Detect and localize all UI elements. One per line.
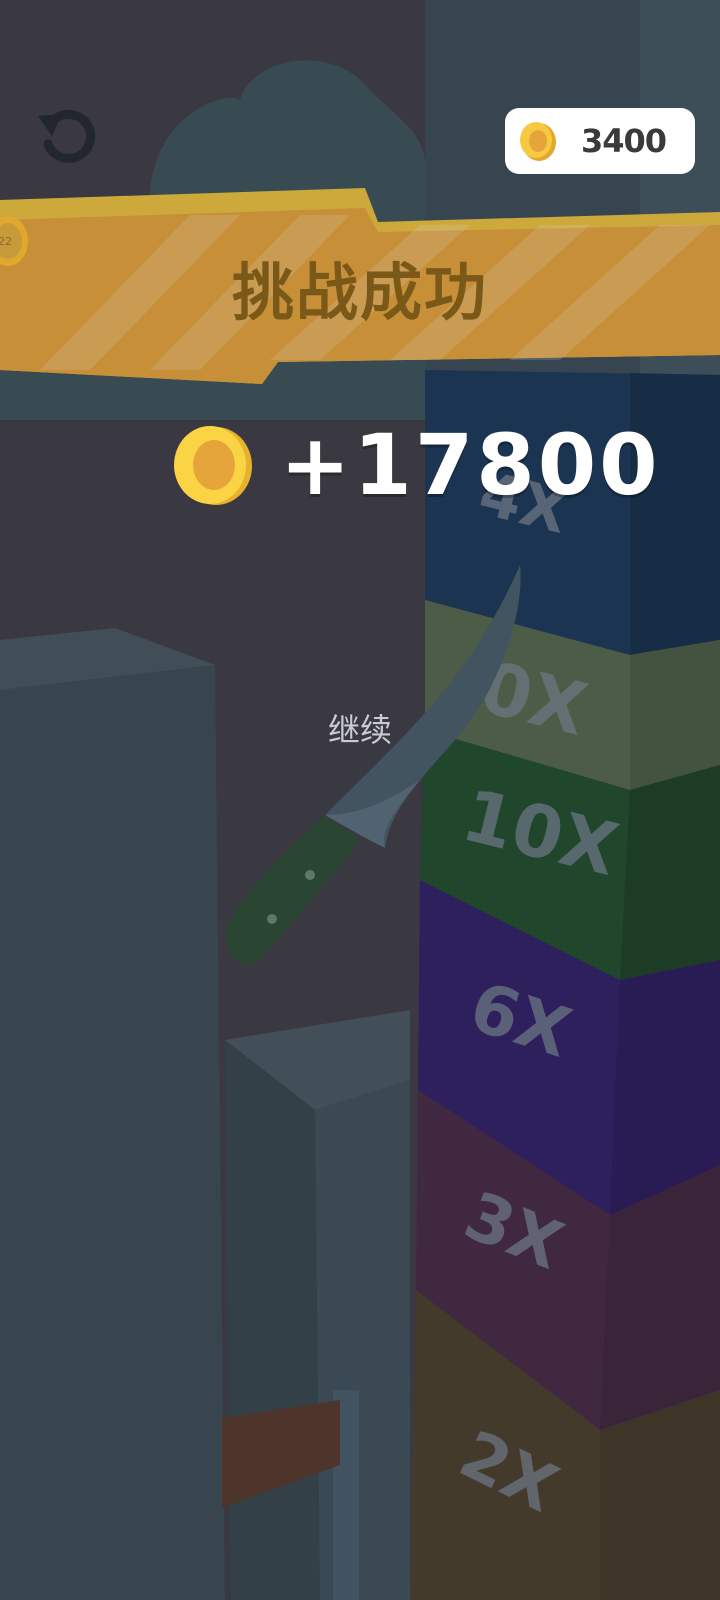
coin-balance-pill[interactable]: 3400 [505,108,695,174]
middle-block [225,1010,410,1600]
continue-button[interactable]: 继续 [290,705,430,751]
game-scene: 4X 0X 10X 6X 3X 2X [0,0,720,1600]
banner-title: 挑战成功 [231,256,488,329]
gold-coin-icon [174,426,252,505]
restart-arrow-icon[interactable] [32,100,108,176]
gold-coin-icon [520,122,556,161]
reward-display: +17800 [170,416,661,514]
reward-amount: +17800 [280,416,661,514]
left-pillar [0,628,225,1600]
multiplier-tower [410,370,720,1600]
coin-balance: 3400 [581,122,667,160]
